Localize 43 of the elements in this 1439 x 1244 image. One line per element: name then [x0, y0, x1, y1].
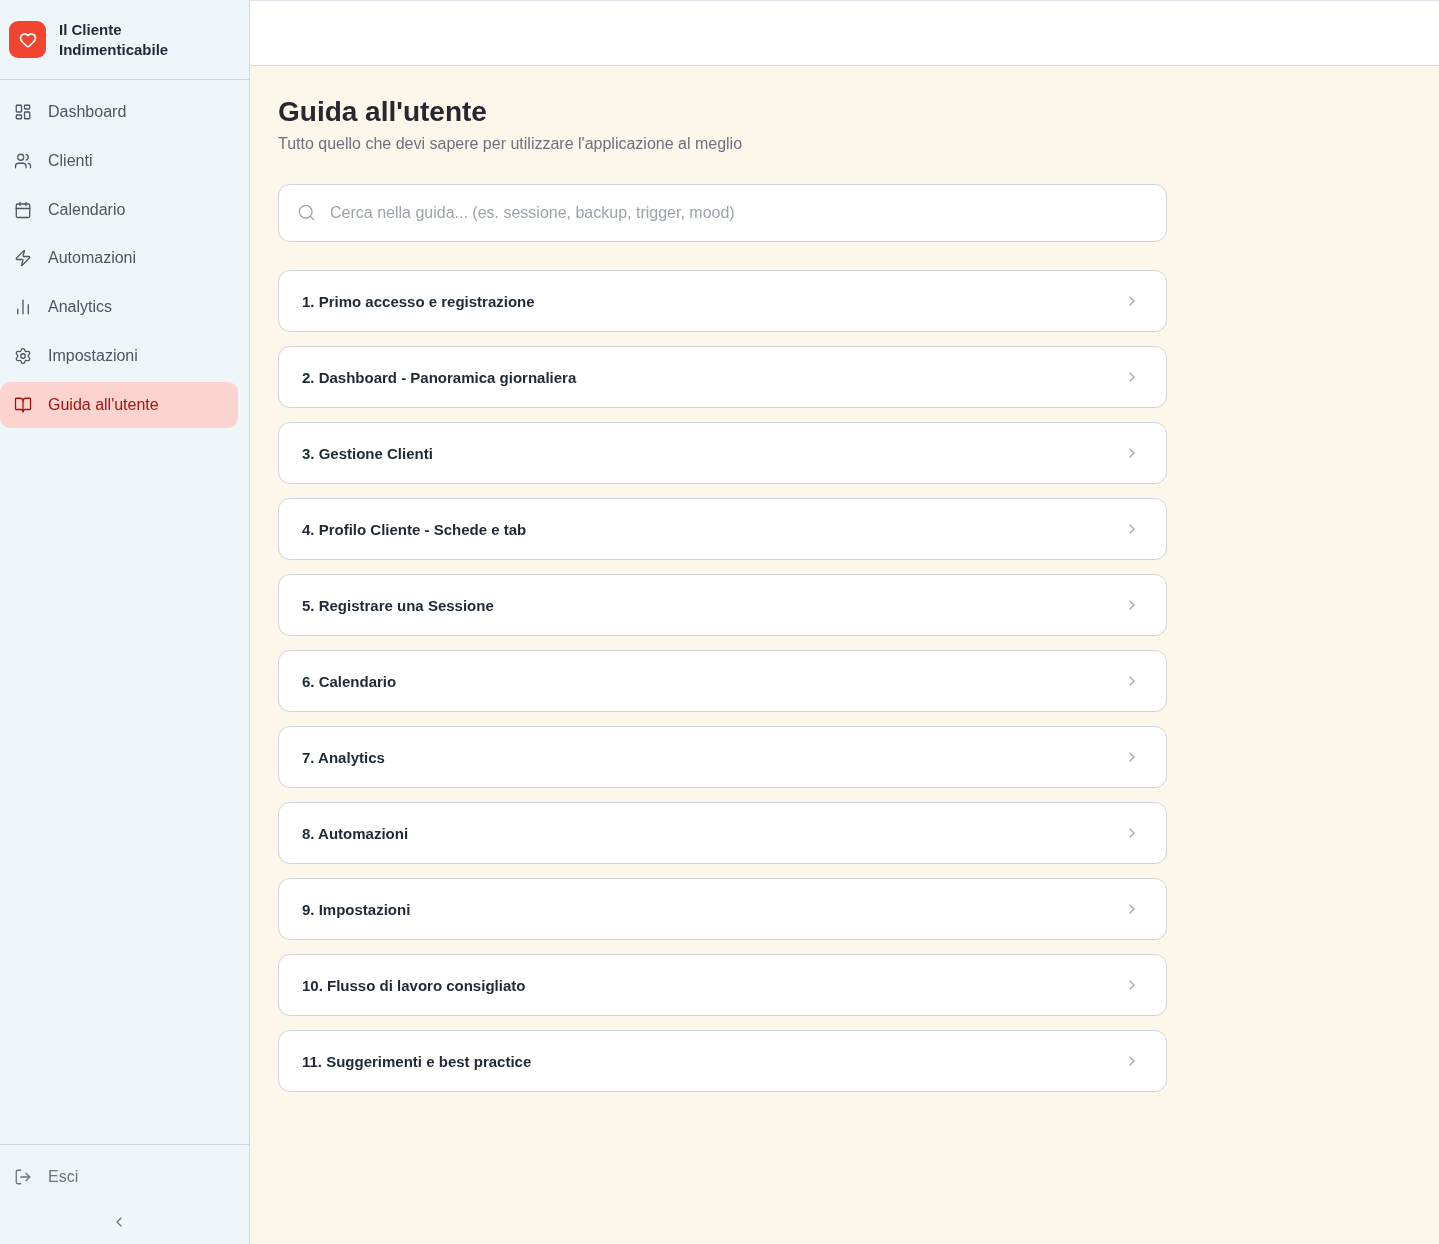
lightning-icon [14, 249, 32, 268]
guide-section[interactable]: 9. Impostazioni [278, 878, 1167, 940]
sidebar-item[interactable]: Analytics [0, 284, 238, 331]
guide-section[interactable]: 7. Analytics [278, 726, 1167, 788]
logout-item[interactable]: Esci [0, 1154, 249, 1200]
section-title: 3. Gestione Clienti [302, 444, 433, 462]
sidebar-item[interactable]: Clienti [0, 137, 238, 184]
guide-section[interactable]: 5. Registrare una Sessione [278, 574, 1167, 636]
guide-section[interactable]: 11. Suggerimenti e best practice [278, 1030, 1167, 1092]
guide-section[interactable]: 3. Gestione Clienti [278, 422, 1167, 484]
section-title: 5. Registrare una Sessione [302, 596, 494, 614]
search-icon [297, 203, 316, 222]
section-title: 9. Impostazioni [302, 900, 411, 918]
guide-section[interactable]: 8. Automazioni [278, 802, 1167, 864]
sidebar-item[interactable]: Impostazioni [0, 333, 238, 379]
calendar-icon [14, 200, 32, 219]
grid-icon [14, 103, 32, 121]
heart-logo-icon [9, 21, 46, 58]
book-icon [14, 395, 32, 414]
page-subtitle: Tutto quello che devi sapere per utilizzare l'applicazione al meglio [278, 134, 744, 154]
guide-section[interactable]: 2. Dashboard - Panoramica giornaliera [278, 346, 1167, 408]
users-icon [14, 151, 32, 170]
section-title: 6. Calendario [302, 672, 397, 690]
guide-section[interactable]: 6. Calendario [278, 650, 1167, 712]
guide-section[interactable]: 4. Profilo Cliente - Schede e tab [278, 498, 1167, 560]
guide-section[interactable]: 1. Primo accesso e registrazione [278, 270, 1167, 332]
bar-chart-icon [14, 298, 32, 317]
search-field[interactable]: Cerca nella guida... (es. sessione, backup, trigger, mood) [278, 184, 1167, 242]
section-title: 2. Dashboard - Panoramica giornaliera [302, 368, 577, 386]
section-title: 7. Analytics [302, 748, 385, 766]
sidebar-item[interactable]: Automazioni [0, 235, 238, 282]
guide-section[interactable]: 10. Flusso di lavoro consigliato [278, 954, 1167, 1016]
section-title: 4. Profilo Cliente - Schede e tab [302, 520, 527, 538]
section-title: 11. Suggerimenti e best practice [302, 1052, 532, 1070]
sidebar-item[interactable]: Calendario [0, 186, 238, 233]
section-title: 10. Flusso di lavoro consigliato [302, 976, 526, 994]
section-title: 1. Primo accesso e registrazione [302, 292, 535, 310]
sidebar-item[interactable]: Dashboard [0, 89, 238, 135]
app-name: Il Cliente Indimenticabile [59, 19, 170, 60]
sidebar-item[interactable]: Guida all'utente [0, 381, 238, 428]
section-title: 8. Automazioni [302, 824, 409, 842]
settings-icon [14, 347, 32, 365]
page-title: Guida all'utente [278, 95, 488, 129]
